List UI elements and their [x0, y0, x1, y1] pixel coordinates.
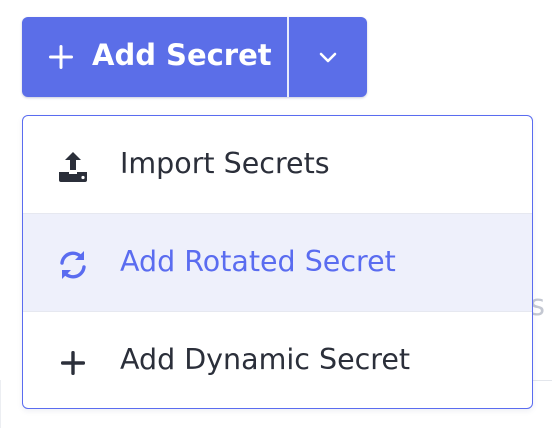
plus-icon: [61, 351, 85, 375]
add-secret-label: Add Secret: [92, 38, 272, 72]
rotate-icon: [60, 251, 86, 279]
plus-icon: [49, 45, 73, 69]
menu-item-add-rotated-secret[interactable]: Add Rotated Secret: [23, 214, 532, 311]
chevron-down-icon: [319, 52, 337, 63]
menu-item-label: Import Secrets: [120, 147, 330, 180]
background-divider: [533, 380, 552, 381]
add-secret-dropdown-menu: Import Secrets Add Rotated Secret Add Dy…: [22, 115, 533, 409]
add-secret-button[interactable]: Add Secret: [22, 17, 288, 97]
menu-item-add-dynamic-secret[interactable]: Add Dynamic Secret: [23, 312, 532, 408]
menu-item-import-secrets[interactable]: Import Secrets: [23, 116, 532, 213]
upload-tray-icon: [59, 152, 87, 182]
add-secret-dropdown-toggle[interactable]: [289, 17, 367, 97]
add-secret-split-button: Add Secret: [22, 17, 367, 97]
menu-item-label: Add Dynamic Secret: [120, 343, 411, 376]
menu-item-label: Add Rotated Secret: [120, 245, 396, 278]
background-panel-edge: [0, 380, 1, 428]
